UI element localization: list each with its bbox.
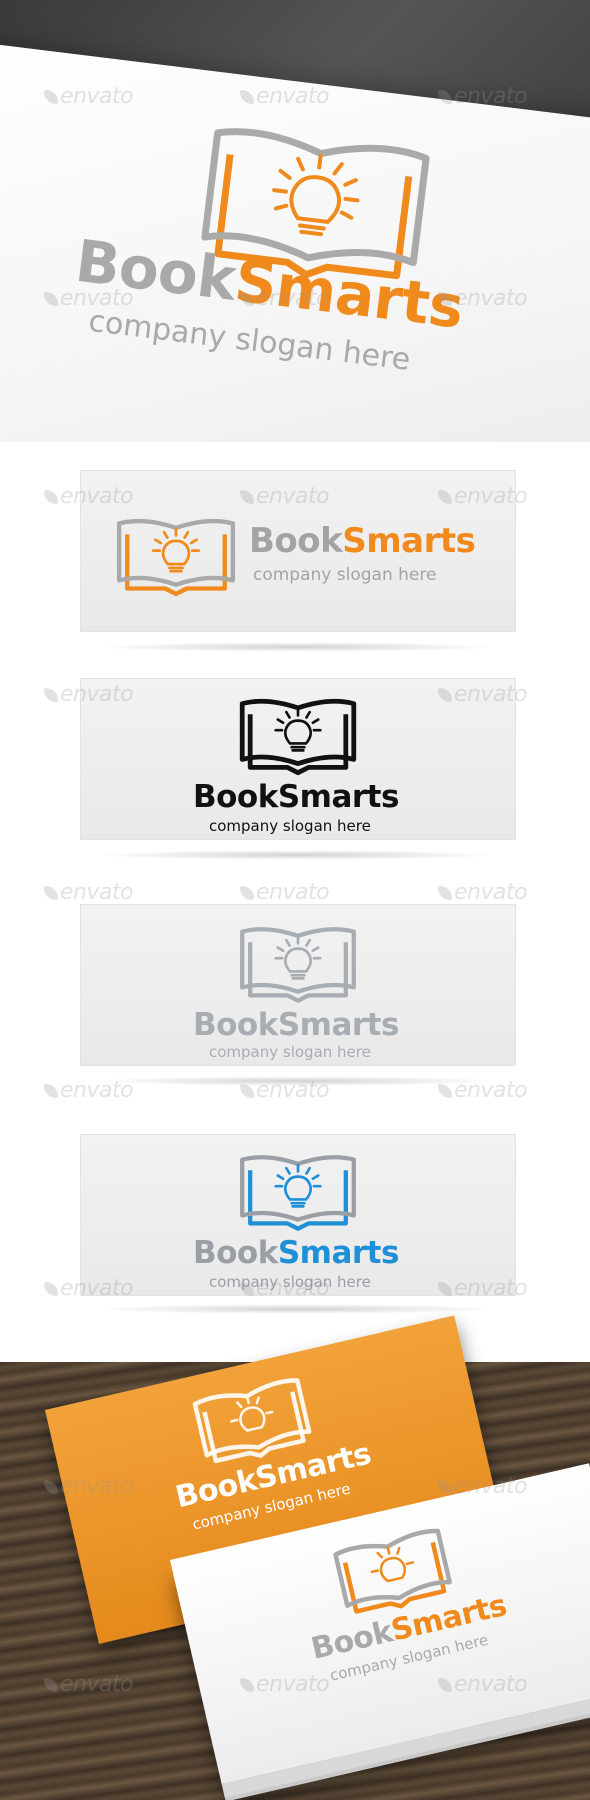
book-bulb-icon — [116, 518, 236, 597]
watermark: envato — [240, 1078, 330, 1103]
watermark: envato — [240, 1276, 330, 1301]
variant-panel-blue: BookSmarts company slogan here — [80, 1134, 516, 1296]
watermark: envato — [240, 84, 330, 109]
book-bulb-icon — [240, 1155, 356, 1231]
watermark: envato — [44, 682, 134, 707]
envato-leaf-icon — [44, 292, 58, 306]
watermark: envato — [240, 286, 330, 311]
envato-leaf-icon — [44, 688, 58, 702]
brand-word-book: Book — [193, 779, 278, 815]
envato-leaf-icon — [438, 1282, 452, 1296]
envato-leaf-icon — [438, 292, 452, 306]
panel-shadow — [95, 1304, 499, 1314]
envato-leaf-icon — [44, 1282, 58, 1296]
envato-leaf-icon — [240, 1282, 254, 1296]
brand-name: BookSmarts — [249, 521, 476, 561]
brand-slogan: company slogan here — [253, 565, 437, 585]
book-bulb-icon — [239, 698, 357, 776]
brand-word-smarts: Smarts — [342, 521, 476, 561]
watermark: envato — [438, 286, 528, 311]
envato-leaf-icon — [44, 886, 58, 900]
watermark: envato — [44, 1078, 134, 1103]
watermark: envato — [44, 1474, 134, 1499]
envato-leaf-icon — [240, 292, 254, 306]
watermark: envato — [44, 286, 134, 311]
envato-leaf-icon — [438, 1480, 452, 1494]
book-bulb-icon — [240, 927, 356, 1003]
watermark: envato — [438, 484, 528, 509]
envato-leaf-icon — [240, 1084, 254, 1098]
envato-leaf-icon — [240, 490, 254, 504]
watermark: envato — [240, 484, 330, 509]
brand-word-smarts: Smarts — [277, 779, 400, 815]
envato-leaf-icon — [438, 90, 452, 104]
brand-word-book: Book — [193, 1007, 278, 1043]
brand-word-smarts: Smarts — [277, 1235, 400, 1271]
watermark: envato — [438, 1078, 528, 1103]
brand-slogan: company slogan here — [209, 1043, 371, 1061]
watermark: envato — [438, 1276, 528, 1301]
watermark: envato — [438, 84, 528, 109]
brand-slogan: company slogan here — [209, 817, 371, 835]
brand-name: BookSmarts — [193, 779, 399, 815]
brand-name: BookSmarts — [193, 1235, 399, 1271]
watermark: envato — [44, 484, 134, 509]
watermark: envato — [240, 880, 330, 905]
variant-panel-gray: BookSmarts company slogan here — [80, 904, 516, 1066]
envato-leaf-icon — [438, 1678, 452, 1692]
panel-shadow — [95, 850, 499, 860]
envato-leaf-icon — [44, 90, 58, 104]
watermark: envato — [438, 1474, 528, 1499]
envato-leaf-icon — [240, 886, 254, 900]
envato-leaf-icon — [438, 490, 452, 504]
brand-name: BookSmarts — [193, 1007, 399, 1043]
watermark: envato — [44, 84, 134, 109]
envato-leaf-icon — [44, 1480, 58, 1494]
hero-logo: BookSmarts company slogan here — [0, 0, 590, 442]
brand-word-smarts: Smarts — [277, 1007, 400, 1043]
watermark: envato — [438, 1672, 528, 1697]
brand-word-book: Book — [249, 521, 343, 561]
watermark: envato — [44, 880, 134, 905]
envato-leaf-icon — [44, 490, 58, 504]
envato-leaf-icon — [438, 1084, 452, 1098]
envato-leaf-icon — [240, 1678, 254, 1692]
watermark: envato — [438, 682, 528, 707]
panel-shadow — [95, 642, 499, 652]
hero-paper-mockup: BookSmarts company slogan here — [0, 0, 590, 442]
watermark: envato — [44, 1276, 134, 1301]
envato-leaf-icon — [438, 688, 452, 702]
envato-leaf-icon — [438, 886, 452, 900]
watermark: envato — [438, 880, 528, 905]
envato-leaf-icon — [44, 1084, 58, 1098]
envato-leaf-icon — [44, 1678, 58, 1692]
envato-leaf-icon — [240, 90, 254, 104]
watermark: envato — [44, 1672, 134, 1697]
watermark: envato — [240, 1672, 330, 1697]
brand-word-book: Book — [193, 1235, 278, 1271]
